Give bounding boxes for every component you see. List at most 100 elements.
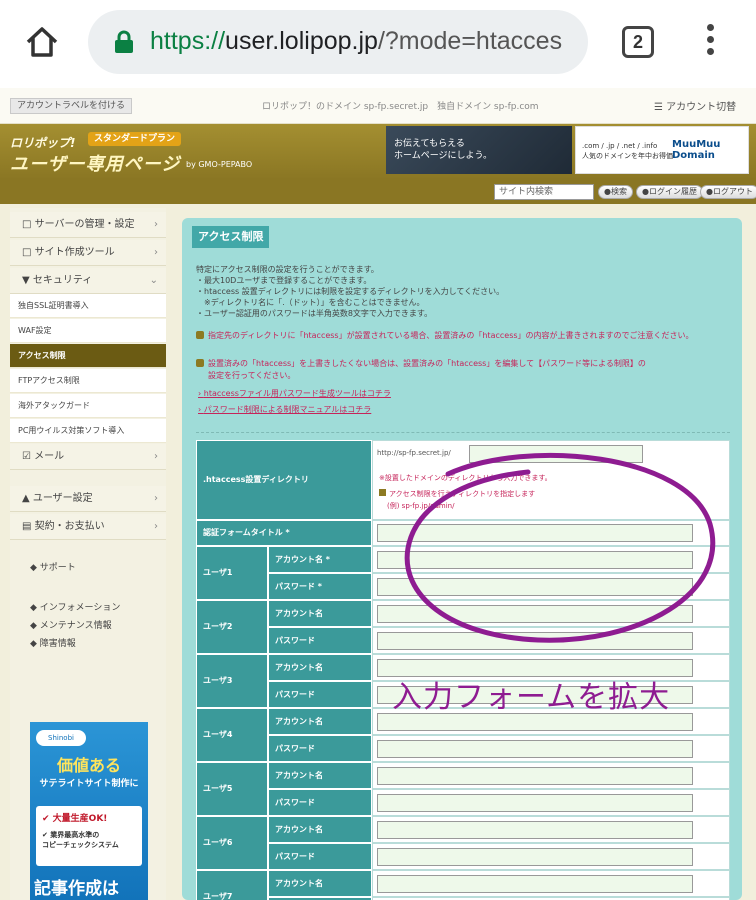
account-name-label: アカウント名	[268, 816, 372, 843]
more-menu-icon[interactable]	[704, 24, 716, 62]
url-text: https://user.lolipop.jp/?mode=htacces	[150, 27, 563, 55]
sidebar-item-site-tools[interactable]: □ サイト作成ツール ›	[10, 240, 166, 266]
account-name-cell	[372, 816, 730, 843]
page-title: アクセス制限	[192, 226, 270, 248]
sidebar-ad-banner[interactable]: Shinobi 価値ある サテライトサイト制作に ✔ 大量生産OK! ✔ 業界最…	[30, 722, 148, 900]
annotation-text: 入力フォームを拡大	[392, 680, 671, 715]
browser-toolbar: https://user.lolipop.jp/?mode=htacces 2	[0, 0, 756, 88]
sidebar-sub-access-limit[interactable]: アクセス制限	[10, 344, 166, 368]
password-cell	[372, 843, 730, 870]
password-input[interactable]	[377, 848, 693, 866]
password-input[interactable]	[377, 740, 693, 758]
sidebar-link-failure[interactable]: ◆ 障害情報	[30, 636, 76, 649]
password-cell	[372, 789, 730, 816]
sidebar-item-server[interactable]: □ サーバーの管理・設定 ›	[10, 212, 166, 238]
sidebar-sub-waf[interactable]: WAF設定	[10, 319, 166, 343]
user-label: ユーザ2	[196, 600, 268, 654]
description-line: ・htaccess 設置ディレクトリには制限を設定するディレクトリを入力してくだ…	[196, 287, 505, 296]
form-title-label: 認証フォームタイトル *	[196, 520, 372, 546]
warning-icon	[196, 331, 204, 339]
warning-icon	[379, 489, 386, 496]
password-cell	[372, 735, 730, 762]
login-history-button[interactable]: ●ログイン履歴	[636, 185, 703, 199]
web-page: アカウントラベルを付ける ロリポップ！のドメイン sp-fp.secret.jp…	[0, 88, 756, 900]
user-label: ユーザ1	[196, 546, 268, 600]
logout-button[interactable]: ●ログアウト	[700, 185, 756, 199]
ad-banner-homepage[interactable]: お伝えてもらえる ホームページにしよう。	[386, 126, 572, 174]
annotation-ellipse	[404, 452, 716, 643]
sidebar-link-information[interactable]: ◆ インフォメーション	[30, 600, 120, 613]
account-name-input[interactable]	[377, 875, 693, 893]
sidebar-item-contract[interactable]: ▤ 契約・お支払い ›	[10, 514, 166, 540]
sidebar-sub-ssl[interactable]: 独自SSL証明書導入	[10, 294, 166, 318]
manual-link[interactable]: › パスワード制限による制限マニュアルはコチラ	[198, 404, 371, 415]
lolipop-logo[interactable]: ロリポップ!	[10, 134, 75, 151]
description-line: ※ディレクトリ名に「.（ドット）」を含むことはできません。	[196, 298, 425, 307]
account-name-cell	[372, 870, 730, 897]
ad-card-line: ✔ 大量生産OK!	[42, 814, 108, 824]
account-name-label: アカウント名	[268, 600, 372, 627]
search-button[interactable]: ●検索	[598, 185, 633, 199]
address-bar[interactable]: https://user.lolipop.jp/?mode=htacces	[88, 10, 588, 74]
user-label: ユーザ4	[196, 708, 268, 762]
search-row: サイト内検索 ●検索 ●ログイン履歴 ●ログアウト	[0, 180, 756, 204]
sidebar-sub-ftp-limit[interactable]: FTPアクセス制限	[10, 369, 166, 393]
password-label: パスワード	[268, 735, 372, 762]
account-switch-button[interactable]: ☰ アカウント切替	[654, 98, 736, 113]
ad-banner-muumuu[interactable]: .com / .jp / .net / .info 人気のドメインを年中お得価 …	[575, 126, 749, 174]
ad-bottom-headline: 記事作成は	[34, 879, 119, 899]
plan-badge: スタンダードプラン	[88, 132, 182, 146]
sidebar-link-maintenance[interactable]: ◆ メンテナンス情報	[30, 618, 112, 631]
password-tool-link[interactable]: › htaccessファイル用パスワード生成ツールはコチラ	[198, 388, 391, 399]
account-name-cell	[372, 762, 730, 789]
dir-label: .htaccess設置ディレクトリ	[196, 440, 372, 520]
account-name-input[interactable]	[377, 767, 693, 785]
site-search-input[interactable]: サイト内検索	[494, 184, 594, 200]
user-label: ユーザ7	[196, 870, 268, 900]
sidebar-sub-attack-guard[interactable]: 海外アタックガード	[10, 394, 166, 418]
password-input[interactable]	[377, 794, 693, 812]
home-icon[interactable]	[22, 22, 62, 62]
user-label: ユーザ6	[196, 816, 268, 870]
lock-icon	[114, 30, 134, 54]
sidebar-sub-antivirus[interactable]: PC用ウイルス対策ソフト導入	[10, 419, 166, 443]
description-line: ・ユーザー認証用のパスワードは半角英数8文字で入力できます。	[196, 309, 433, 318]
warning-existing-cont: 設定を行ってください。	[208, 371, 296, 380]
ad-card: ✔ 大量生産OK! ✔ 業界最高水準の コピーチェックシステム	[36, 806, 142, 866]
password-label: パスワード	[268, 627, 372, 654]
site-header: ロリポップ! スタンダードプラン ユーザー専用ページ by GMO-PEPABO…	[0, 124, 756, 180]
domain-info: ロリポップ！のドメイン sp-fp.secret.jp 独自ドメイン sp-fp…	[262, 102, 539, 112]
divider	[196, 432, 730, 433]
ad-logo: Shinobi	[36, 730, 86, 746]
sidebar-item-security[interactable]: ▼ セキュリティ ⌄	[10, 268, 166, 294]
account-name-label: アカウント名	[268, 870, 372, 897]
password-label: パスワード *	[268, 573, 372, 600]
description-line: ・最大10Dユーザまで登録することができます。	[196, 276, 372, 285]
account-name-label: アカウント名	[268, 654, 372, 681]
password-label: パスワード	[268, 843, 372, 870]
sidebar-item-mail[interactable]: ☑ メール ›	[10, 444, 166, 470]
warning-icon	[196, 359, 204, 367]
top-strip: アカウントラベルを付ける ロリポップ！のドメイン sp-fp.secret.jp…	[0, 88, 756, 124]
ad-banner-text: .com / .jp / .net / .info 人気のドメインを年中お得価	[582, 142, 673, 160]
warning-overwrite: 指定先のディレクトリに「htaccess」が設置されている場合、設置済みの「ht…	[196, 330, 694, 341]
logo-byline: by GMO-PEPABO	[186, 160, 253, 169]
ad-subheadline: サテライトサイト制作に	[39, 779, 139, 789]
account-name-input[interactable]	[377, 821, 693, 839]
tab-switcher-button[interactable]: 2	[622, 26, 654, 58]
sidebar-link-support[interactable]: ◆ サポート	[30, 560, 76, 573]
account-name-label: アカウント名	[268, 708, 372, 735]
password-label: パスワード	[268, 681, 372, 708]
muumuu-logo: MuuMuu Domain	[672, 139, 721, 161]
ad-card-line: ✔ 業界最高水準の コピーチェックシステム	[42, 831, 119, 849]
page-logo-title[interactable]: ユーザー専用ページ	[10, 150, 180, 176]
sidebar-item-user-settings[interactable]: ▲ ユーザー設定 ›	[10, 486, 166, 512]
ad-headline: 価値ある	[56, 756, 121, 775]
sidebar: □ サーバーの管理・設定 › □ サイト作成ツール › ▼ セキュリティ ⌄ 独自SS…	[10, 208, 166, 900]
account-label-button[interactable]: アカウントラベルを付ける	[10, 98, 133, 114]
password-label: パスワード	[268, 789, 372, 816]
warning-existing: 設置済みの「htaccess」を上書きしたくない場合は、設置済みの「htacce…	[196, 358, 646, 369]
user-label: ユーザ3	[196, 654, 268, 708]
description-line: 特定にアクセス制限の設定を行うことができます。	[196, 265, 379, 274]
account-name-label: アカウント名 *	[268, 546, 372, 573]
